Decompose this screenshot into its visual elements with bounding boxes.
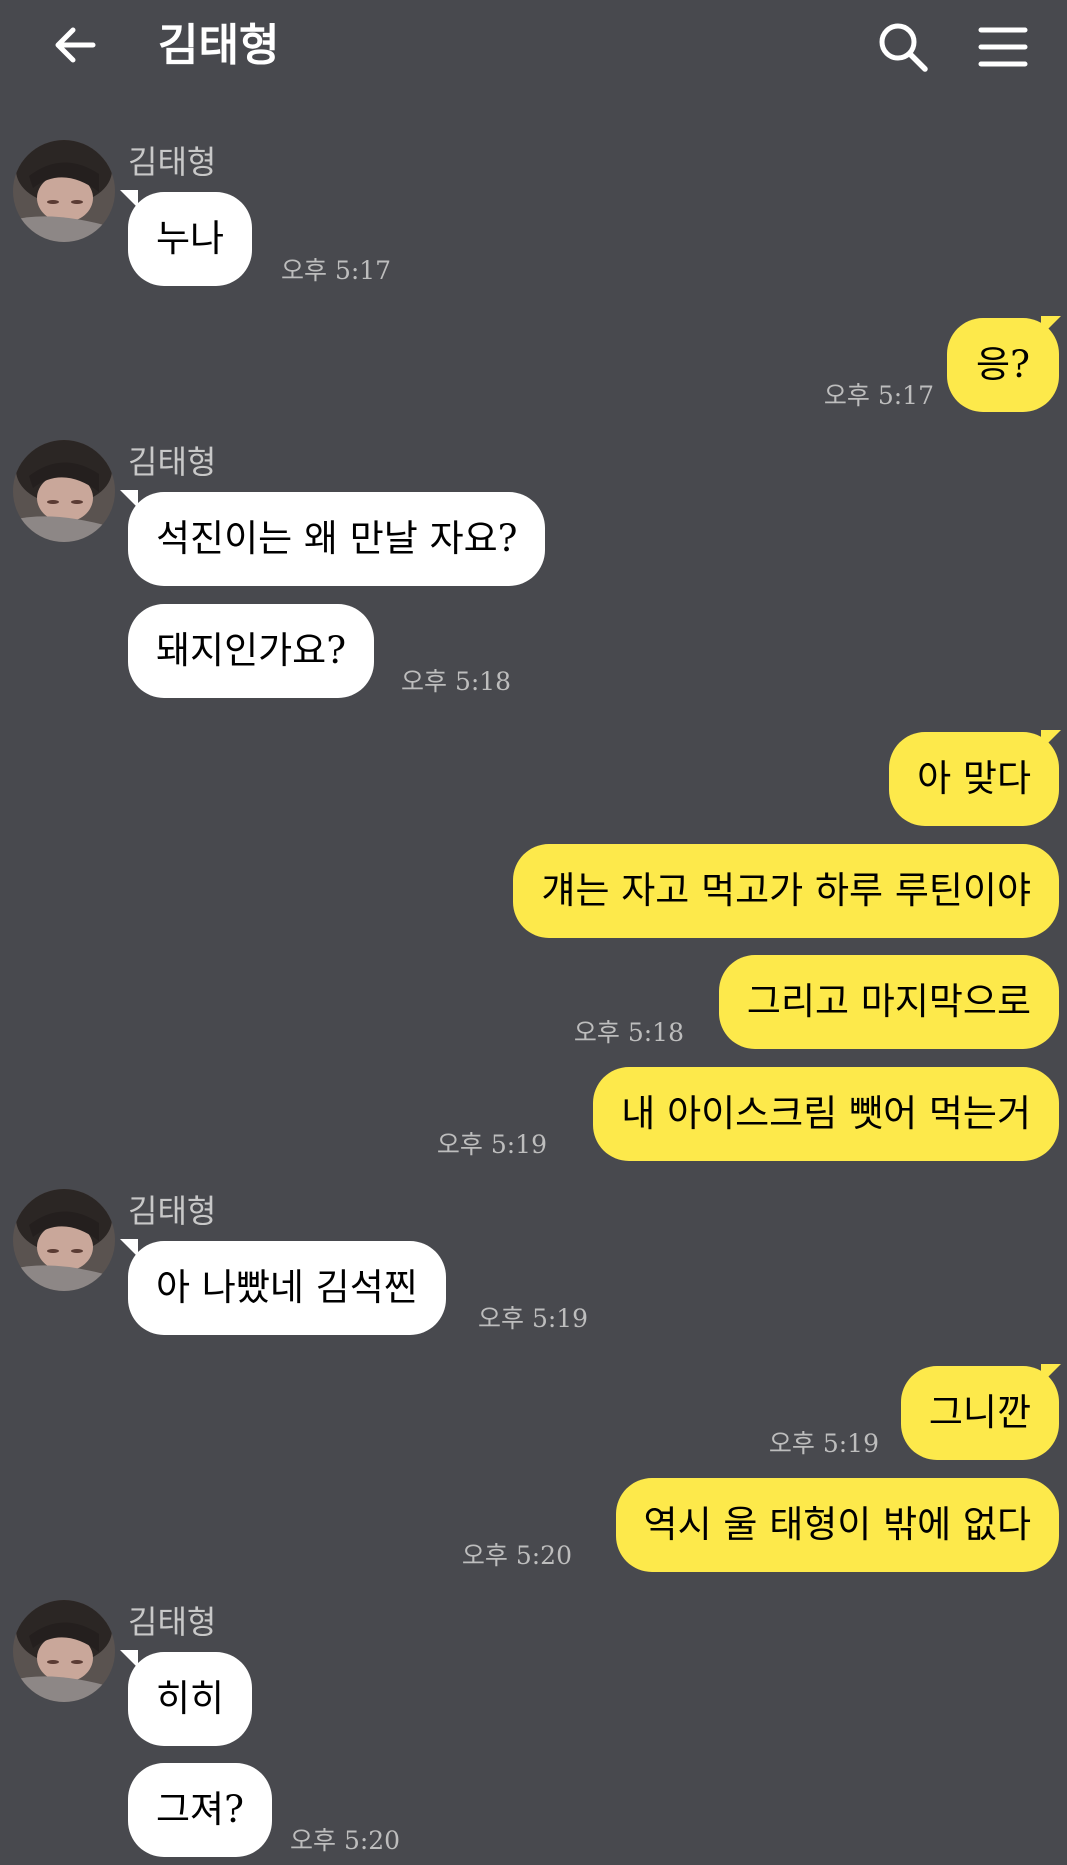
- search-button[interactable]: [868, 12, 938, 82]
- hamburger-menu-icon: [978, 27, 1028, 67]
- message-time: 오후 5:19: [478, 1304, 589, 1333]
- avatar[interactable]: [13, 140, 115, 242]
- message-time: 오후 5:18: [401, 667, 512, 696]
- message-bubble[interactable]: 그져?: [128, 1763, 272, 1857]
- sender-name: 김태형: [128, 143, 217, 181]
- message-bubble[interactable]: 아 맞다: [889, 732, 1059, 826]
- message-time: 오후 5:19: [768, 1429, 879, 1458]
- message-time: 오후 5:20: [461, 1541, 572, 1570]
- message-bubble[interactable]: 아 나빴네 김석찐: [128, 1241, 446, 1335]
- arrow-left-icon: [55, 27, 96, 63]
- avatar[interactable]: [13, 1600, 115, 1702]
- message-time: 오후 5:17: [281, 256, 392, 285]
- message-bubble[interactable]: 그니깐: [900, 1366, 1059, 1460]
- back-button[interactable]: [40, 10, 110, 80]
- sender-name: 김태형: [128, 1603, 217, 1641]
- search-icon: [879, 23, 928, 72]
- message-bubble[interactable]: 그리고 마지막으로: [718, 955, 1059, 1049]
- message-time: 오후 5:17: [823, 381, 934, 410]
- message-time: 오후 5:20: [290, 1826, 401, 1855]
- message-time: 오후 5:18: [573, 1018, 684, 1047]
- message-bubble[interactable]: 석진이는 왜 만날 자요?: [128, 492, 546, 586]
- menu-button[interactable]: [968, 12, 1038, 82]
- message-bubble[interactable]: 내 아이스크림 뺏어 먹는거: [593, 1067, 1059, 1161]
- profile-photo: [13, 1189, 115, 1291]
- message-bubble[interactable]: 돼지인가요?: [128, 604, 375, 698]
- message-bubble[interactable]: 응?: [947, 318, 1059, 412]
- message-bubble[interactable]: 히히: [128, 1652, 253, 1746]
- profile-photo: [13, 440, 115, 542]
- message-bubble[interactable]: 역시 울 태형이 밖에 없다: [615, 1478, 1059, 1572]
- profile-photo: [13, 140, 115, 242]
- message-bubble[interactable]: 걔는 자고 먹고가 하루 루틴이야: [513, 844, 1059, 938]
- message-time: 오후 5:19: [436, 1130, 547, 1159]
- avatar[interactable]: [13, 1189, 115, 1291]
- chat-title: 김태형: [158, 20, 280, 71]
- message-bubble[interactable]: 누나: [128, 192, 253, 286]
- sender-name: 김태형: [128, 1192, 217, 1230]
- sender-name: 김태형: [128, 443, 217, 481]
- profile-photo: [13, 1600, 115, 1702]
- avatar[interactable]: [13, 440, 115, 542]
